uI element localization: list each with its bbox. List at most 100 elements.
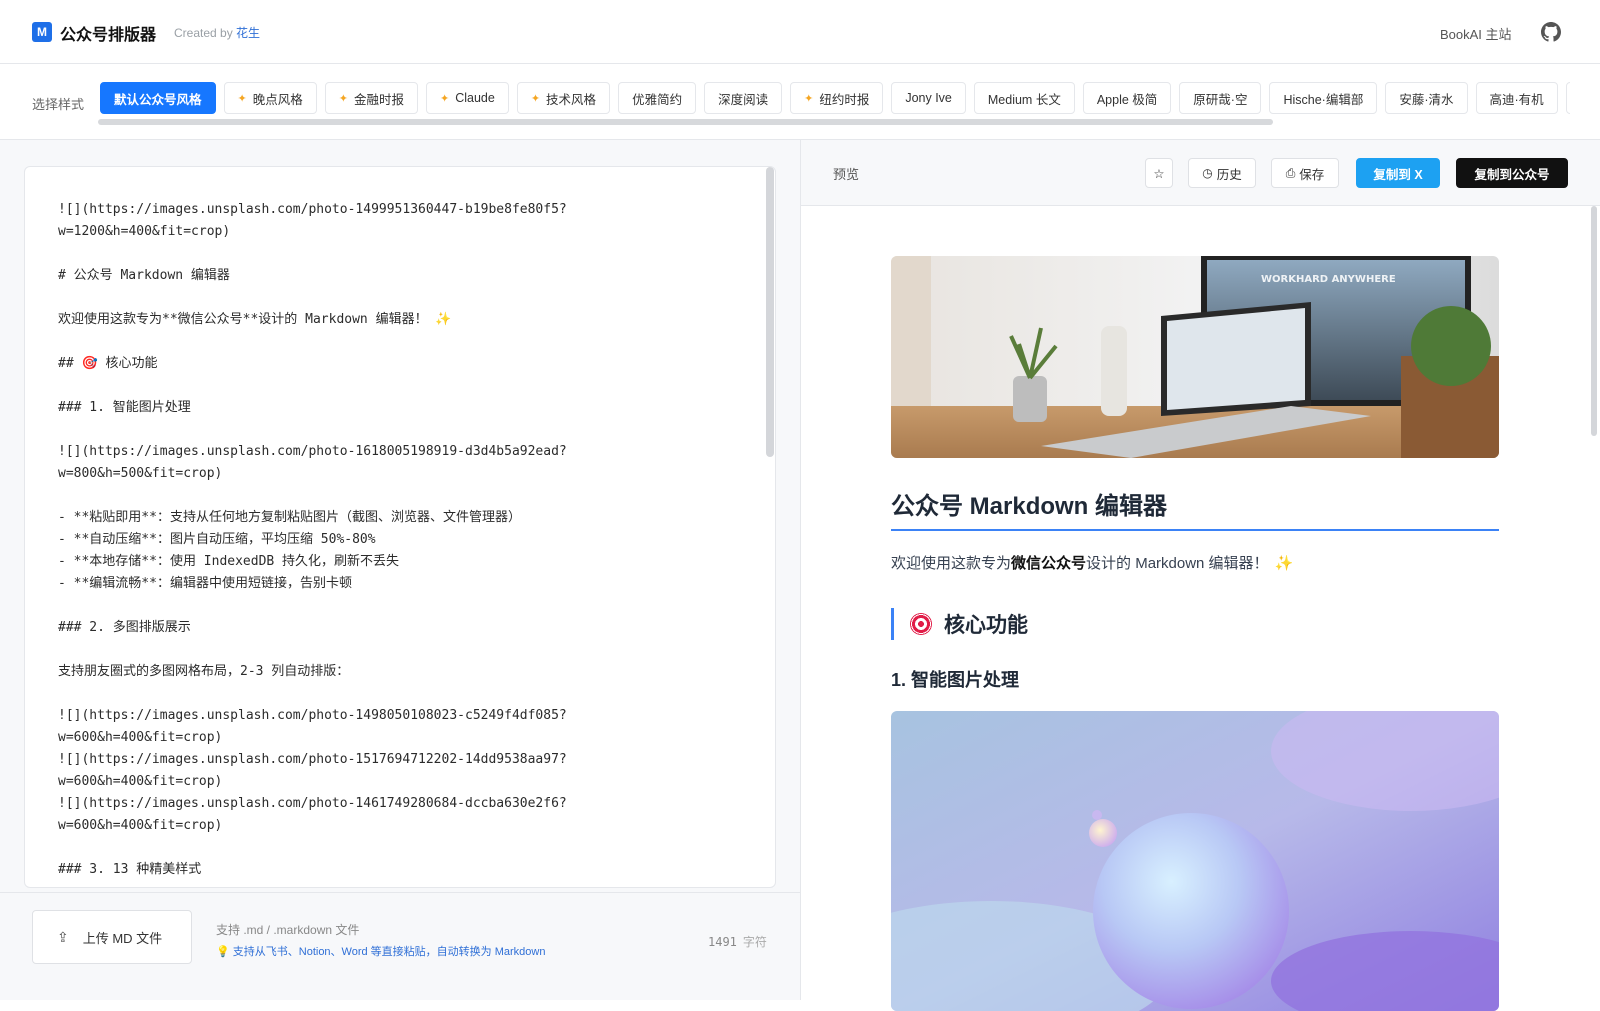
style-chip[interactable]: 深度阅读 <box>704 82 783 114</box>
bookai-site-link[interactable]: BookAI 主站 <box>1440 24 1512 43</box>
preview-pane: 预览 ☆ ◷ 历史 ⎙ 保存 复制到 X 复制到公众号 WORKHARD ANY… <box>801 140 1600 1011</box>
markdown-line <box>58 419 698 441</box>
style-chip-label: 深度阅读 <box>718 92 769 107</box>
abstract-image <box>891 711 1499 1011</box>
clock-icon: ◷ <box>1202 166 1213 180</box>
style-chip[interactable]: 安藤·清水 <box>1385 82 1468 114</box>
markdown-line: w=800&h=500&fit=crop) <box>58 466 223 481</box>
markdown-line: ### 3. 13 种精美样式 <box>58 862 202 877</box>
style-chip[interactable]: Apple 极简 <box>1082 82 1172 114</box>
markdown-line <box>58 837 698 859</box>
markdown-line: ![](https://images.unsplash.com/photo-15… <box>58 752 567 767</box>
markdown-line <box>58 485 698 507</box>
intro-after: 设计的 Markdown 编辑器！ <box>1086 555 1269 572</box>
style-chip[interactable]: ✦ 技术风格 <box>516 82 611 114</box>
markdown-line <box>58 595 698 617</box>
markdown-line: ### 1. 智能图片处理 <box>58 400 191 415</box>
save-icon: ⎙ <box>1285 165 1296 180</box>
markdown-line: ### 2. 多图排版展示 <box>58 620 191 635</box>
style-chip[interactable]: 优雅简约 <box>618 82 697 114</box>
markdown-text[interactable]: ![](https://images.unsplash.com/photo-14… <box>58 199 698 881</box>
char-count-value: 1491 <box>708 935 737 949</box>
sparkle-icon: ✦ <box>804 92 814 105</box>
style-chip-list: 默认公众号风格 ✦ 晚点风格 ✦ 金融时报 ✦ Claude ✦ 技术风格 优雅简约 深度阅读 ✦ 纽约… <box>100 82 1570 116</box>
intro-before: 欢迎使用这款专为 <box>891 555 1012 572</box>
markdown-line: ![](https://images.unsplash.com/photo-14… <box>58 796 567 811</box>
created-prefix: Created by <box>174 26 233 40</box>
markdown-line: w=1200&h=400&fit=crop) <box>58 224 231 239</box>
style-chip[interactable]: ✦ 纽约时报 <box>790 82 884 114</box>
style-chip[interactable]: Guardia <box>1565 82 1570 114</box>
copy-to-x-button[interactable]: 复制到 X <box>1356 158 1440 188</box>
editor-pane: ![](https://images.unsplash.com/photo-14… <box>0 140 800 1000</box>
style-chip[interactable]: Hische·编辑部 <box>1269 82 1378 114</box>
style-chip[interactable]: Jony Ive <box>891 82 966 114</box>
style-chip[interactable]: 默认公众号风格 <box>100 82 216 114</box>
style-chip[interactable]: ✦ Claude <box>425 82 509 114</box>
section-heading: 核心功能 <box>891 608 1028 640</box>
horizontal-scrollbar[interactable] <box>98 119 1273 125</box>
style-chip-label: 金融时报 <box>353 92 404 107</box>
hero-screen-text: WORKHARD ANYWHERE <box>1261 274 1396 285</box>
article-title: 公众号 Markdown 编辑器 <box>891 486 1499 531</box>
author-link[interactable]: 花生 <box>236 26 260 40</box>
style-chip-label: 纽约时报 <box>819 92 870 107</box>
style-chip-label: 优雅简约 <box>632 92 683 107</box>
style-chip-label: 技术风格 <box>546 92 597 107</box>
markdown-line <box>58 331 698 353</box>
style-label: 选择样式 <box>32 97 85 112</box>
style-selector-bar: 选择样式 默认公众号风格 ✦ 晚点风格 ✦ 金融时报 ✦ Claude ✦ 技术风格 优雅简约 深度… <box>0 64 1600 140</box>
sparkle-icon: ✨ <box>1274 555 1294 572</box>
star-icon: ☆ <box>1153 166 1165 181</box>
save-button[interactable]: ⎙ 保存 <box>1271 158 1339 188</box>
style-chip[interactable]: 原研哉·空 <box>1179 82 1262 114</box>
sparkle-icon: ✦ <box>237 92 247 105</box>
style-chip[interactable]: 高迪·有机 <box>1475 82 1558 114</box>
editor-footer: ⇪ 上传 MD 文件 支持 .md / .markdown 文件 💡 支持从飞书… <box>0 892 800 1000</box>
style-chip[interactable]: Medium 长文 <box>973 82 1075 114</box>
char-count: 1491 字符 <box>708 933 767 950</box>
paste-tip: 💡 支持从飞书、Notion、Word 等直接粘贴，自动转换为 Markdown <box>216 946 546 958</box>
markdown-line: ![](https://images.unsplash.com/photo-14… <box>58 708 567 723</box>
char-count-unit: 字符 <box>742 935 767 949</box>
style-chip-label: 晚点风格 <box>252 92 303 107</box>
github-icon[interactable] <box>1541 22 1561 42</box>
style-chip[interactable]: ✦ 金融时报 <box>324 82 418 114</box>
markdown-line: w=600&h=400&fit=crop) <box>58 730 223 745</box>
app-logo: M <box>32 22 52 42</box>
markdown-line: 支持朋友圈式的多图网格布局，2-3 列自动排版： <box>58 664 350 679</box>
favorite-button[interactable]: ☆ <box>1145 158 1173 188</box>
upload-label: 上传 MD 文件 <box>82 930 163 946</box>
app-header: M 公众号排版器 Created by 花生 BookAI 主站 <box>0 0 1600 64</box>
created-by: Created by 花生 <box>174 24 260 41</box>
upload-md-button[interactable]: ⇪ 上传 MD 文件 <box>32 910 192 964</box>
intro-bold: 微信公众号 <box>1011 555 1087 572</box>
editor-scrollbar[interactable] <box>766 167 774 457</box>
preview-scrollbar[interactable] <box>1591 206 1597 436</box>
style-chip-label: 默认公众号风格 <box>114 92 202 107</box>
upload-icon: ⇪ <box>57 928 69 945</box>
markdown-line <box>58 683 698 705</box>
sparkle-icon: ✦ <box>338 92 348 105</box>
app-title: 公众号排版器 <box>60 27 157 44</box>
style-chip-label: 原研哉·空 <box>1193 92 1248 107</box>
section-heading-text: 核心功能 <box>944 614 1028 637</box>
markdown-line: ![](https://images.unsplash.com/photo-16… <box>58 444 567 459</box>
sparkle-icon: ✦ <box>439 92 450 105</box>
preview-label: 预览 <box>833 167 860 182</box>
markdown-line: # 公众号 Markdown 编辑器 <box>58 268 230 283</box>
style-chip-label: Medium 长文 <box>987 92 1061 107</box>
markdown-line: w=600&h=400&fit=crop) <box>58 774 223 789</box>
markdown-line: - **编辑流畅**：编辑器中使用短链接，告别卡顿 <box>58 576 352 591</box>
history-button[interactable]: ◷ 历史 <box>1188 158 1256 188</box>
style-chip-label: 高迪·有机 <box>1489 92 1544 107</box>
copy-to-wechat-button[interactable]: 复制到公众号 <box>1456 158 1568 188</box>
style-chip[interactable]: ✦ 晚点风格 <box>223 82 317 114</box>
hero-image: WORKHARD ANYWHERE <box>891 256 1499 458</box>
save-label: 保存 <box>1299 167 1325 182</box>
style-chip-label: Apple 极简 <box>1096 92 1158 107</box>
sparkle-icon: ✦ <box>530 92 541 105</box>
markdown-editor[interactable]: ![](https://images.unsplash.com/photo-14… <box>24 166 776 888</box>
style-chip-label: Claude <box>455 91 495 105</box>
markdown-line: 欢迎使用这款专为**微信公众号**设计的 Markdown 编辑器！ ✨ <box>58 312 452 327</box>
